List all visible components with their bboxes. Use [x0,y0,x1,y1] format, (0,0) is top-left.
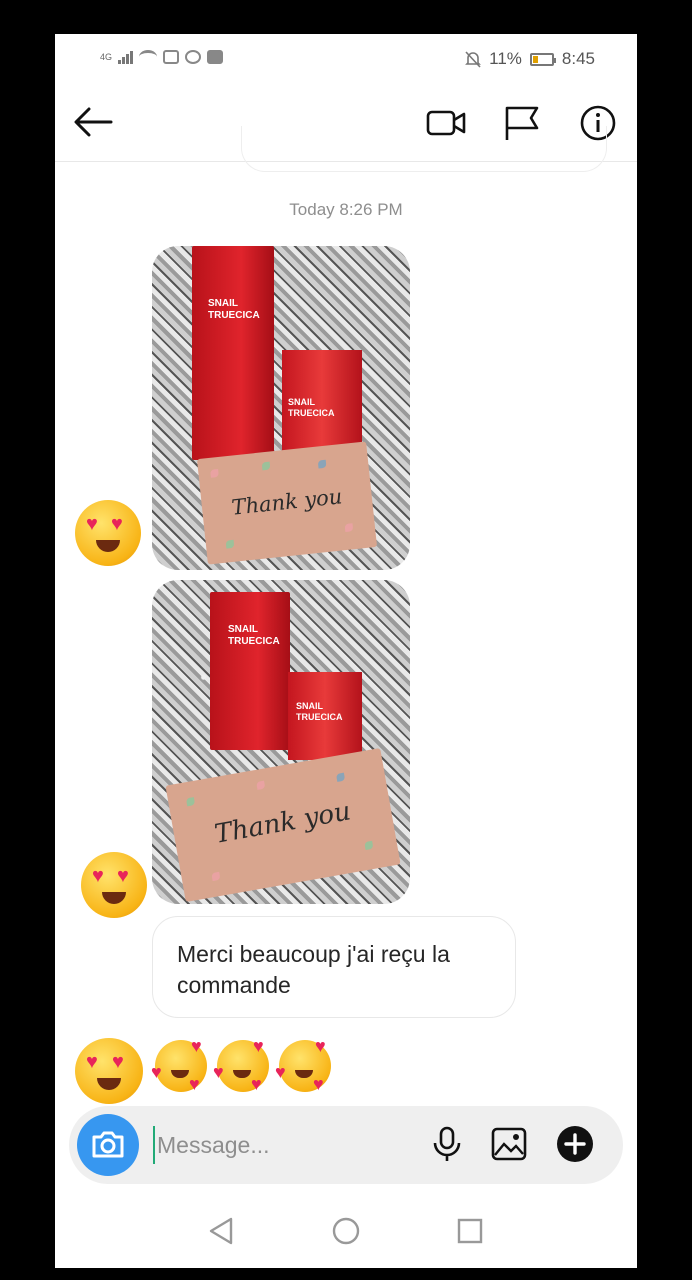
thank-you-card: Thank you [196,441,378,565]
heart: ♥ [275,1062,286,1082]
card-leaf [185,797,196,807]
serum-box: SNAIL TRUECICA [288,672,362,760]
previous-message-bubble [241,126,607,172]
toner-brand-line1: SNAIL [228,624,258,635]
wifi-icon [139,50,158,64]
card-leaf [210,469,219,478]
card-leaf [335,772,346,782]
card-leaf [261,461,271,471]
add-icon[interactable] [555,1124,595,1164]
nav-home-icon[interactable] [329,1214,363,1248]
photo-message-2[interactable]: SNAIL TRUECICA SNAIL TRUECICA Thank you [152,580,410,904]
messenger-notif-icon [185,50,202,64]
card-leaf [225,539,235,549]
mouth [96,540,120,552]
mouth [233,1070,251,1078]
signal-icon [118,50,134,64]
phone-screen: 4G 11% 8:45 Today 8:26 PM SNAIL TRUECICA… [55,34,637,1268]
thank-you-card: Thank you [165,747,401,903]
message-text: Merci beaucoup j'ai reçu la commande [177,941,450,998]
card-text: Thank you [212,796,353,850]
message-timestamp: Today 8:26 PM [289,200,403,219]
card-text: Thank you [230,484,344,520]
smiling-face-with-hearts-icon[interactable]: ♥ ♥ ♥ [151,1036,207,1094]
heart: ♥ [251,1074,262,1094]
mouth [295,1070,313,1078]
heart: ♥ [189,1074,200,1094]
gallery-icon[interactable] [489,1124,529,1164]
card-leaf [364,840,374,851]
heart-eyes-reaction-icon[interactable]: ♥ ♥ [75,500,141,566]
serum-box: SNAIL TRUECICA [282,350,362,456]
serum-brand-line2: TRUECICA [296,712,343,722]
microphone-icon[interactable] [427,1124,467,1164]
status-bar: 4G 11% 8:45 [55,34,637,84]
battery-icon [529,52,556,66]
card-leaf [211,871,221,882]
back-arrow-icon[interactable] [71,104,115,140]
smiling-face-with-hearts-icon[interactable]: ♥ ♥ ♥ [213,1036,269,1094]
card-leaf [344,523,354,533]
heart: ♥ [213,1062,224,1082]
message-input[interactable] [153,1126,413,1164]
toner-bottle: SNAIL TRUECICA [210,592,290,750]
clock: 8:45 [561,49,595,68]
instagram-notif-icon [163,50,180,64]
smiling-face-with-hearts-icon[interactable]: ♥ ♥ ♥ [275,1036,331,1094]
heart-eyes-reaction-icon[interactable]: ♥ ♥ [81,852,147,918]
heart: ♥ [253,1036,264,1056]
status-left-icons: 4G [100,50,224,64]
card-leaf [317,459,327,469]
toner-brand-line2: TRUECICA [208,310,260,321]
heart: ♥ [315,1036,326,1056]
heart-eye: ♥ [112,1051,124,1073]
toner-brand-line1: SNAIL [208,298,238,309]
app-notif-icon [207,50,224,64]
heart: ♥ [313,1074,324,1094]
heart: ♥ [191,1036,202,1056]
toner-bottle: SNAIL TRUECICA [192,246,274,460]
camera-button[interactable] [77,1114,139,1176]
toner-brand-line2: TRUECICA [228,636,280,647]
heart-eye: ♥ [92,865,104,887]
battery-percent: 11% [489,49,522,68]
mouth [171,1070,189,1078]
nav-recents-icon[interactable] [453,1214,487,1248]
message-bubble[interactable]: Merci beaucoup j'ai reçu la commande [152,916,516,1018]
mouth [97,1078,121,1090]
status-right-icons: 11% 8:45 [465,49,595,69]
system-nav-bar [55,1192,637,1268]
mute-bell-icon [465,50,482,68]
heart-eye: ♥ [111,513,123,535]
camera-icon [92,1131,124,1158]
message-composer [69,1106,623,1184]
contact-name[interactable] [155,100,345,114]
heart-eye: ♥ [86,1051,98,1073]
nav-back-icon[interactable] [205,1214,239,1248]
heart-eyes-emoji-icon[interactable]: ♥ ♥ [75,1038,143,1104]
mouth [102,892,126,904]
photo-message-1[interactable]: SNAIL TRUECICA SNAIL TRUECICA Thank you [152,246,410,570]
heart-eye: ♥ [86,513,98,535]
heart: ♥ [151,1062,162,1082]
card-leaf [256,780,266,790]
serum-brand-line2: TRUECICA [288,408,335,418]
heart-eye: ♥ [117,865,129,887]
network-label: 4G [100,52,113,62]
